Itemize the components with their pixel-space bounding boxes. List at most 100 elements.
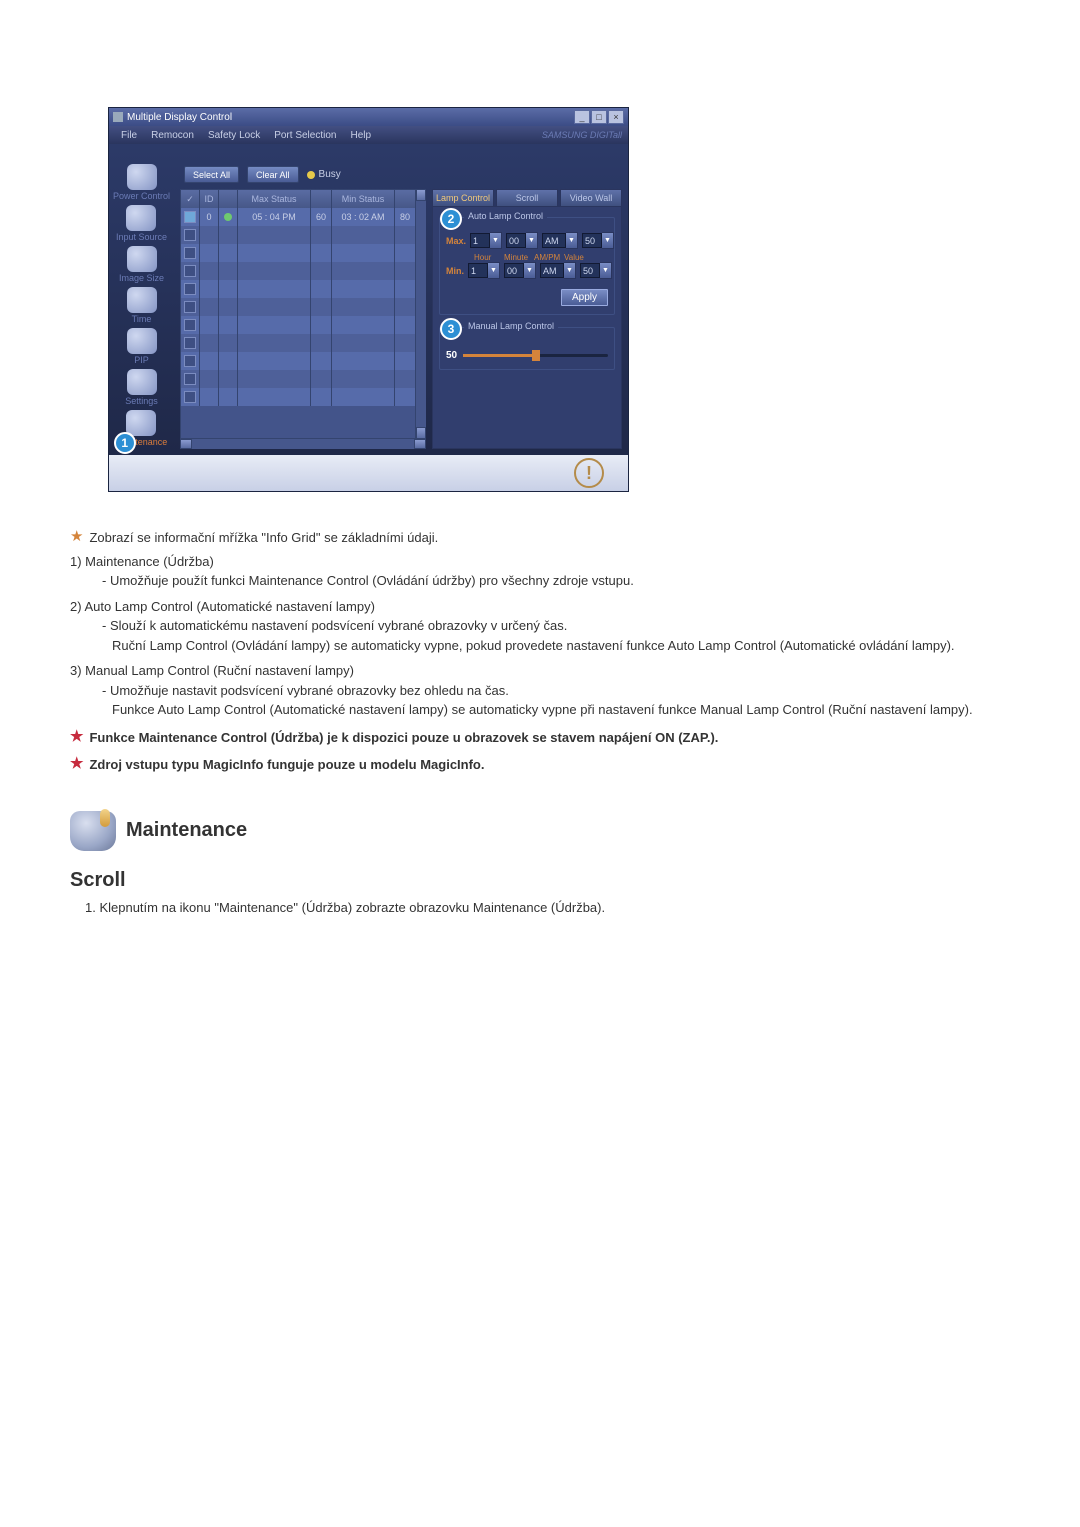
apply-button[interactable]: Apply xyxy=(561,289,608,306)
scroll-up-button[interactable] xyxy=(416,189,426,201)
row-checkbox[interactable] xyxy=(184,283,196,295)
tab-video-wall[interactable]: Video Wall xyxy=(560,189,622,206)
settings-icon xyxy=(127,369,157,395)
sidebar-item-pip[interactable]: PIP xyxy=(127,328,157,365)
sidebar-item-maintenance[interactable]: Maintenance 1 xyxy=(116,410,168,447)
table-row[interactable] xyxy=(181,352,415,370)
callout-marker-1: 1 xyxy=(114,432,136,454)
table-row[interactable] xyxy=(181,262,415,280)
row-checkbox[interactable] xyxy=(184,391,196,403)
sidebar-item-power-control[interactable]: Power Control xyxy=(113,164,170,201)
table-row[interactable] xyxy=(181,388,415,406)
table-row[interactable] xyxy=(181,244,415,262)
table-row[interactable] xyxy=(181,334,415,352)
menu-help[interactable]: Help xyxy=(344,130,377,141)
app-icon xyxy=(113,112,123,122)
chevron-down-icon: ▼ xyxy=(526,232,538,249)
table-row[interactable] xyxy=(181,370,415,388)
scroll-track[interactable] xyxy=(192,439,414,449)
manual-slider[interactable] xyxy=(463,354,608,357)
row-checkbox[interactable] xyxy=(184,247,196,259)
titlebar[interactable]: Multiple Display Control _ □ × xyxy=(109,108,628,126)
max-value-select[interactable]: 50▼ xyxy=(582,232,614,249)
chevron-down-icon: ▼ xyxy=(524,262,536,279)
close-button[interactable]: × xyxy=(608,110,624,124)
row-id: 0 xyxy=(200,208,219,226)
row-checkbox[interactable] xyxy=(184,373,196,385)
menu-remocon[interactable]: Remocon xyxy=(145,130,200,141)
table-row[interactable] xyxy=(181,316,415,334)
min-minute-select[interactable]: 00▼ xyxy=(504,262,536,279)
max-minute-select[interactable]: 00▼ xyxy=(506,232,538,249)
max-hour-select[interactable]: 1▼ xyxy=(470,232,502,249)
row-checkbox[interactable] xyxy=(184,211,196,223)
info-grid: ✓ ID Max Status Min Status 0 05 : 04 PM … xyxy=(180,189,416,439)
min-ampm-select[interactable]: AM▼ xyxy=(540,262,576,279)
row-min-val: 80 xyxy=(395,208,415,226)
scroll-track[interactable] xyxy=(416,201,426,427)
clear-all-button[interactable]: Clear All xyxy=(247,166,299,183)
grid-head-maxval xyxy=(311,190,332,208)
grid-head-id: ID xyxy=(200,190,219,208)
min-value-select[interactable]: 50▼ xyxy=(580,262,612,279)
callout-marker-2: 2 xyxy=(440,208,462,230)
chevron-down-icon: ▼ xyxy=(488,262,500,279)
chevron-down-icon: ▼ xyxy=(490,232,502,249)
row-checkbox[interactable] xyxy=(184,355,196,367)
row-checkbox[interactable] xyxy=(184,229,196,241)
grid-header: ✓ ID Max Status Min Status xyxy=(181,190,415,208)
max-label: Max. xyxy=(446,236,466,246)
grid-head-check[interactable]: ✓ xyxy=(181,190,200,208)
sidebar-item-image-size[interactable]: Image Size xyxy=(119,246,164,283)
sidebar-item-input-source[interactable]: Input Source xyxy=(116,205,167,242)
table-row[interactable] xyxy=(181,226,415,244)
section-title: Maintenance xyxy=(126,819,247,842)
minimize-button[interactable]: _ xyxy=(574,110,590,124)
sidebar-item-time[interactable]: Time xyxy=(127,287,157,324)
row-max-val: 60 xyxy=(311,208,332,226)
sublabels: HourMinuteAM/PMValue xyxy=(446,253,608,262)
row-checkbox[interactable] xyxy=(184,265,196,277)
max-ampm-select[interactable]: AM▼ xyxy=(542,232,578,249)
chevron-down-icon: ▼ xyxy=(602,232,614,249)
warning-icon: ! xyxy=(574,458,604,488)
grid-head-min-status: Min Status xyxy=(332,190,395,208)
maintenance-icon xyxy=(126,410,156,436)
source-icon xyxy=(126,205,156,231)
horizontal-scrollbar[interactable] xyxy=(180,439,426,449)
pip-icon xyxy=(127,328,157,354)
tab-lamp-control[interactable]: Lamp Control xyxy=(432,189,494,206)
manual-value: 50 xyxy=(446,350,457,361)
busy-indicator: Busy xyxy=(307,169,341,180)
scroll-left-button[interactable] xyxy=(180,439,192,449)
table-row[interactable] xyxy=(181,298,415,316)
time-icon xyxy=(127,287,157,313)
menu-safety-lock[interactable]: Safety Lock xyxy=(202,130,266,141)
grid-head-minval xyxy=(395,190,415,208)
menu-file[interactable]: File xyxy=(115,130,143,141)
row-max-status: 05 : 04 PM xyxy=(238,208,311,226)
scroll-down-button[interactable] xyxy=(416,427,426,439)
step-1: 1. Klepnutím na ikonu "Maintenance" (Údr… xyxy=(0,900,1080,915)
sidebar-item-settings[interactable]: Settings xyxy=(125,369,158,406)
right-panel: Lamp Control Scroll Video Wall 2 Auto La… xyxy=(432,189,622,449)
row-checkbox[interactable] xyxy=(184,319,196,331)
slider-thumb[interactable] xyxy=(532,350,540,361)
chevron-down-icon: ▼ xyxy=(566,232,578,249)
min-hour-select[interactable]: 1▼ xyxy=(468,262,500,279)
vertical-scrollbar[interactable] xyxy=(416,189,426,439)
table-row[interactable]: 0 05 : 04 PM 60 03 : 02 AM 80 xyxy=(181,208,415,226)
row-checkbox[interactable] xyxy=(184,337,196,349)
table-row[interactable] xyxy=(181,280,415,298)
bold-note-1: Funkce Maintenance Control (Údržba) je k… xyxy=(89,728,718,748)
row-checkbox[interactable] xyxy=(184,301,196,313)
scroll-right-button[interactable] xyxy=(414,439,426,449)
select-all-button[interactable]: Select All xyxy=(184,166,239,183)
note-1: 1) Maintenance (Údržba) - Umožňuje použí… xyxy=(70,552,1010,591)
star-icon: ★ xyxy=(70,756,83,776)
note-2: 2) Auto Lamp Control (Automatické nastav… xyxy=(70,597,1010,656)
maximize-button[interactable]: □ xyxy=(591,110,607,124)
grid-head-max-status: Max Status xyxy=(238,190,311,208)
tab-scroll[interactable]: Scroll xyxy=(496,189,558,206)
menu-port-selection[interactable]: Port Selection xyxy=(268,130,342,141)
